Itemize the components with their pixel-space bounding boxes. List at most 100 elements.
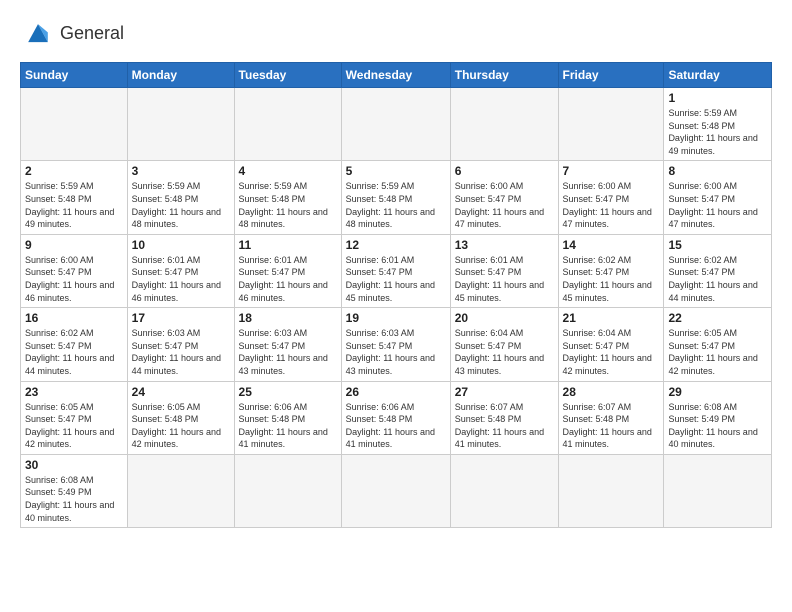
cell-sun-info: Sunrise: 6:07 AMSunset: 5:48 PMDaylight:… [455,401,554,451]
cell-sun-info: Sunrise: 6:00 AMSunset: 5:47 PMDaylight:… [455,180,554,230]
calendar-cell: 26Sunrise: 6:06 AMSunset: 5:48 PMDayligh… [341,381,450,454]
calendar-cell [234,88,341,161]
calendar-cell: 12 Sunrise: 6:01 AMSunset: 5:47 PMDayligh… [341,234,450,307]
calendar-cell: 10Sunrise: 6:01 AMSunset: 5:47 PMDayligh… [127,234,234,307]
cell-sun-info: Sunrise: 6:00 AMSunset: 5:47 PMDaylight:… [563,180,660,230]
calendar-week-4: 23 Sunrise: 6:05 AMSunset: 5:47 PMDayligh… [21,381,772,454]
calendar-cell [450,88,558,161]
day-number: 15 [668,238,767,252]
day-number: 27 [455,385,554,399]
cell-sun-info: Sunrise: 5:59 AMSunset: 5:48 PMDaylight:… [25,180,123,230]
calendar-cell: 3 Sunrise: 5:59 AMSunset: 5:48 PMDaylight… [127,161,234,234]
day-number: 26 [346,385,446,399]
calendar-week-0: 1Sunrise: 5:59 AMSunset: 5:48 PMDaylight… [21,88,772,161]
cell-sun-info: Sunrise: 6:04 AMSunset: 5:47 PMDaylight:… [563,327,660,377]
cell-sun-info: Sunrise: 6:05 AMSunset: 5:47 PMDaylight:… [25,401,123,451]
calendar-week-3: 16 Sunrise: 6:02 AMSunset: 5:47 PMDayligh… [21,308,772,381]
calendar-cell: 30Sunrise: 6:08 AMSunset: 5:49 PMDayligh… [21,454,128,527]
weekday-header-tuesday: Tuesday [234,63,341,88]
cell-sun-info: Sunrise: 6:08 AMSunset: 5:49 PMDaylight:… [668,401,767,451]
day-number: 8 [668,164,767,178]
calendar-cell [558,454,664,527]
cell-sun-info: Sunrise: 6:04 AMSunset: 5:47 PMDaylight:… [455,327,554,377]
calendar-week-1: 2 Sunrise: 5:59 AMSunset: 5:48 PMDaylight… [21,161,772,234]
calendar-cell: 17 Sunrise: 6:03 AMSunset: 5:47 PMDayligh… [127,308,234,381]
cell-sun-info: Sunrise: 6:01 AMSunset: 5:47 PMDaylight:… [346,254,446,304]
day-number: 20 [455,311,554,325]
calendar-cell: 13Sunrise: 6:01 AMSunset: 5:47 PMDayligh… [450,234,558,307]
calendar-cell: 18 Sunrise: 6:03 AMSunset: 5:47 PMDayligh… [234,308,341,381]
cell-sun-info: Sunrise: 6:06 AMSunset: 5:48 PMDaylight:… [239,401,337,451]
calendar-cell: 29 Sunrise: 6:08 AMSunset: 5:49 PMDayligh… [664,381,772,454]
day-number: 6 [455,164,554,178]
calendar-cell: 5 Sunrise: 5:59 AMSunset: 5:48 PMDaylight… [341,161,450,234]
weekday-header-friday: Friday [558,63,664,88]
calendar-cell: 11 Sunrise: 6:01 AMSunset: 5:47 PMDayligh… [234,234,341,307]
calendar-cell: 20 Sunrise: 6:04 AMSunset: 5:47 PMDayligh… [450,308,558,381]
calendar-cell: 9Sunrise: 6:00 AMSunset: 5:47 PMDaylight… [21,234,128,307]
day-number: 4 [239,164,337,178]
calendar-cell [234,454,341,527]
cell-sun-info: Sunrise: 6:01 AMSunset: 5:47 PMDaylight:… [455,254,554,304]
calendar-cell [341,88,450,161]
day-number: 17 [132,311,230,325]
day-number: 5 [346,164,446,178]
calendar-week-5: 30Sunrise: 6:08 AMSunset: 5:49 PMDayligh… [21,454,772,527]
cell-sun-info: Sunrise: 5:59 AMSunset: 5:48 PMDaylight:… [132,180,230,230]
generalblue-logo-icon [20,16,56,52]
cell-sun-info: Sunrise: 6:05 AMSunset: 5:47 PMDaylight:… [668,327,767,377]
calendar-cell [450,454,558,527]
calendar-cell [127,88,234,161]
day-number: 21 [563,311,660,325]
calendar-cell: 7 Sunrise: 6:00 AMSunset: 5:47 PMDaylight… [558,161,664,234]
weekday-header-thursday: Thursday [450,63,558,88]
calendar-cell: 27 Sunrise: 6:07 AMSunset: 5:48 PMDayligh… [450,381,558,454]
cell-sun-info: Sunrise: 6:02 AMSunset: 5:47 PMDaylight:… [563,254,660,304]
header: General [20,16,772,52]
cell-sun-info: Sunrise: 6:01 AMSunset: 5:47 PMDaylight:… [239,254,337,304]
calendar-cell: 8 Sunrise: 6:00 AMSunset: 5:47 PMDaylight… [664,161,772,234]
cell-sun-info: Sunrise: 6:07 AMSunset: 5:48 PMDaylight:… [563,401,660,451]
weekday-header-row: SundayMondayTuesdayWednesdayThursdayFrid… [21,63,772,88]
cell-sun-info: Sunrise: 5:59 AMSunset: 5:48 PMDaylight:… [239,180,337,230]
cell-sun-info: Sunrise: 5:59 AMSunset: 5:48 PMDaylight:… [346,180,446,230]
day-number: 18 [239,311,337,325]
weekday-header-sunday: Sunday [21,63,128,88]
day-number: 30 [25,458,123,472]
day-number: 23 [25,385,123,399]
calendar-cell [127,454,234,527]
cell-sun-info: Sunrise: 6:00 AMSunset: 5:47 PMDaylight:… [668,180,767,230]
day-number: 9 [25,238,123,252]
cell-sun-info: Sunrise: 6:05 AMSunset: 5:48 PMDaylight:… [132,401,230,451]
cell-sun-info: Sunrise: 6:03 AMSunset: 5:47 PMDaylight:… [346,327,446,377]
day-number: 24 [132,385,230,399]
weekday-header-saturday: Saturday [664,63,772,88]
page: General SundayMondayTuesdayWednesdayThur… [0,0,792,544]
day-number: 2 [25,164,123,178]
day-number: 7 [563,164,660,178]
calendar-cell [21,88,128,161]
logo-text: General [60,24,124,44]
cell-sun-info: Sunrise: 6:03 AMSunset: 5:47 PMDaylight:… [132,327,230,377]
day-number: 29 [668,385,767,399]
calendar-cell: 25 Sunrise: 6:06 AMSunset: 5:48 PMDayligh… [234,381,341,454]
day-number: 3 [132,164,230,178]
day-number: 19 [346,311,446,325]
cell-sun-info: Sunrise: 6:02 AMSunset: 5:47 PMDaylight:… [25,327,123,377]
day-number: 11 [239,238,337,252]
day-number: 10 [132,238,230,252]
logo: General [20,16,124,52]
day-number: 16 [25,311,123,325]
cell-sun-info: Sunrise: 6:03 AMSunset: 5:47 PMDaylight:… [239,327,337,377]
calendar-cell [341,454,450,527]
day-number: 12 [346,238,446,252]
day-number: 22 [668,311,767,325]
day-number: 28 [563,385,660,399]
calendar-cell: 16 Sunrise: 6:02 AMSunset: 5:47 PMDayligh… [21,308,128,381]
cell-sun-info: Sunrise: 5:59 AMSunset: 5:48 PMDaylight:… [668,107,767,157]
calendar-cell: 19 Sunrise: 6:03 AMSunset: 5:47 PMDayligh… [341,308,450,381]
calendar-table: SundayMondayTuesdayWednesdayThursdayFrid… [20,62,772,528]
calendar-cell [558,88,664,161]
calendar-cell: 28 Sunrise: 6:07 AMSunset: 5:48 PMDayligh… [558,381,664,454]
day-number: 25 [239,385,337,399]
